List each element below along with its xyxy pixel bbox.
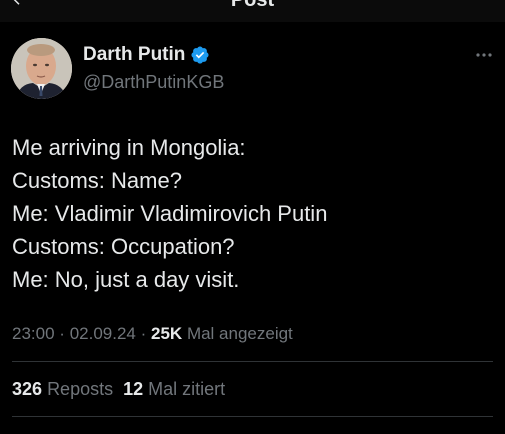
quotes-count: 12: [123, 379, 144, 399]
quotes-label: Mal zitiert: [148, 379, 226, 399]
reposts-label: Reposts: [47, 379, 114, 399]
tweet-meta: 23:00 · 02.09.24 · 25K Mal angezeigt: [12, 323, 293, 345]
views-count: 25K: [151, 324, 183, 343]
more-horizontal-icon[interactable]: [474, 50, 494, 60]
reposts-count: 326: [12, 379, 43, 399]
avatar[interactable]: [11, 38, 72, 99]
author-name-row: Darth Putin: [83, 43, 210, 67]
tweet-stats: 326 Reposts 12 Mal zitiert: [12, 378, 225, 400]
tweet-date[interactable]: 02.09.24: [70, 324, 136, 343]
page-title: Post: [230, 0, 275, 11]
divider: [12, 416, 493, 417]
author-handle[interactable]: @DarthPutinKGB: [83, 71, 224, 93]
tweet-line: Me: No, just a day visit.: [12, 267, 240, 292]
meta-separator: ·: [59, 324, 65, 343]
avatar-image: [11, 38, 72, 99]
meta-separator: ·: [140, 324, 147, 343]
views-label: Mal angezeigt: [186, 324, 293, 343]
author-name[interactable]: Darth Putin: [83, 43, 185, 67]
divider: [12, 361, 493, 362]
tweet-line: Me: Vladimir Vladimirovich Putin: [12, 201, 328, 226]
top-bar: Post: [0, 0, 505, 22]
tweet-line: Customs: Occupation?: [12, 234, 235, 259]
verified-badge-icon: [191, 46, 209, 64]
tweet-line: Customs: Name?: [12, 168, 182, 193]
tweet-time[interactable]: 23:00: [12, 324, 55, 343]
quotes-stat[interactable]: 12 Mal zitiert: [123, 379, 225, 399]
tweet-line: Me arriving in Mongolia:: [12, 135, 246, 160]
tweet-text: Me arriving in Mongolia: Customs: Name? …: [12, 131, 492, 296]
reposts-stat[interactable]: 326 Reposts: [12, 379, 113, 399]
